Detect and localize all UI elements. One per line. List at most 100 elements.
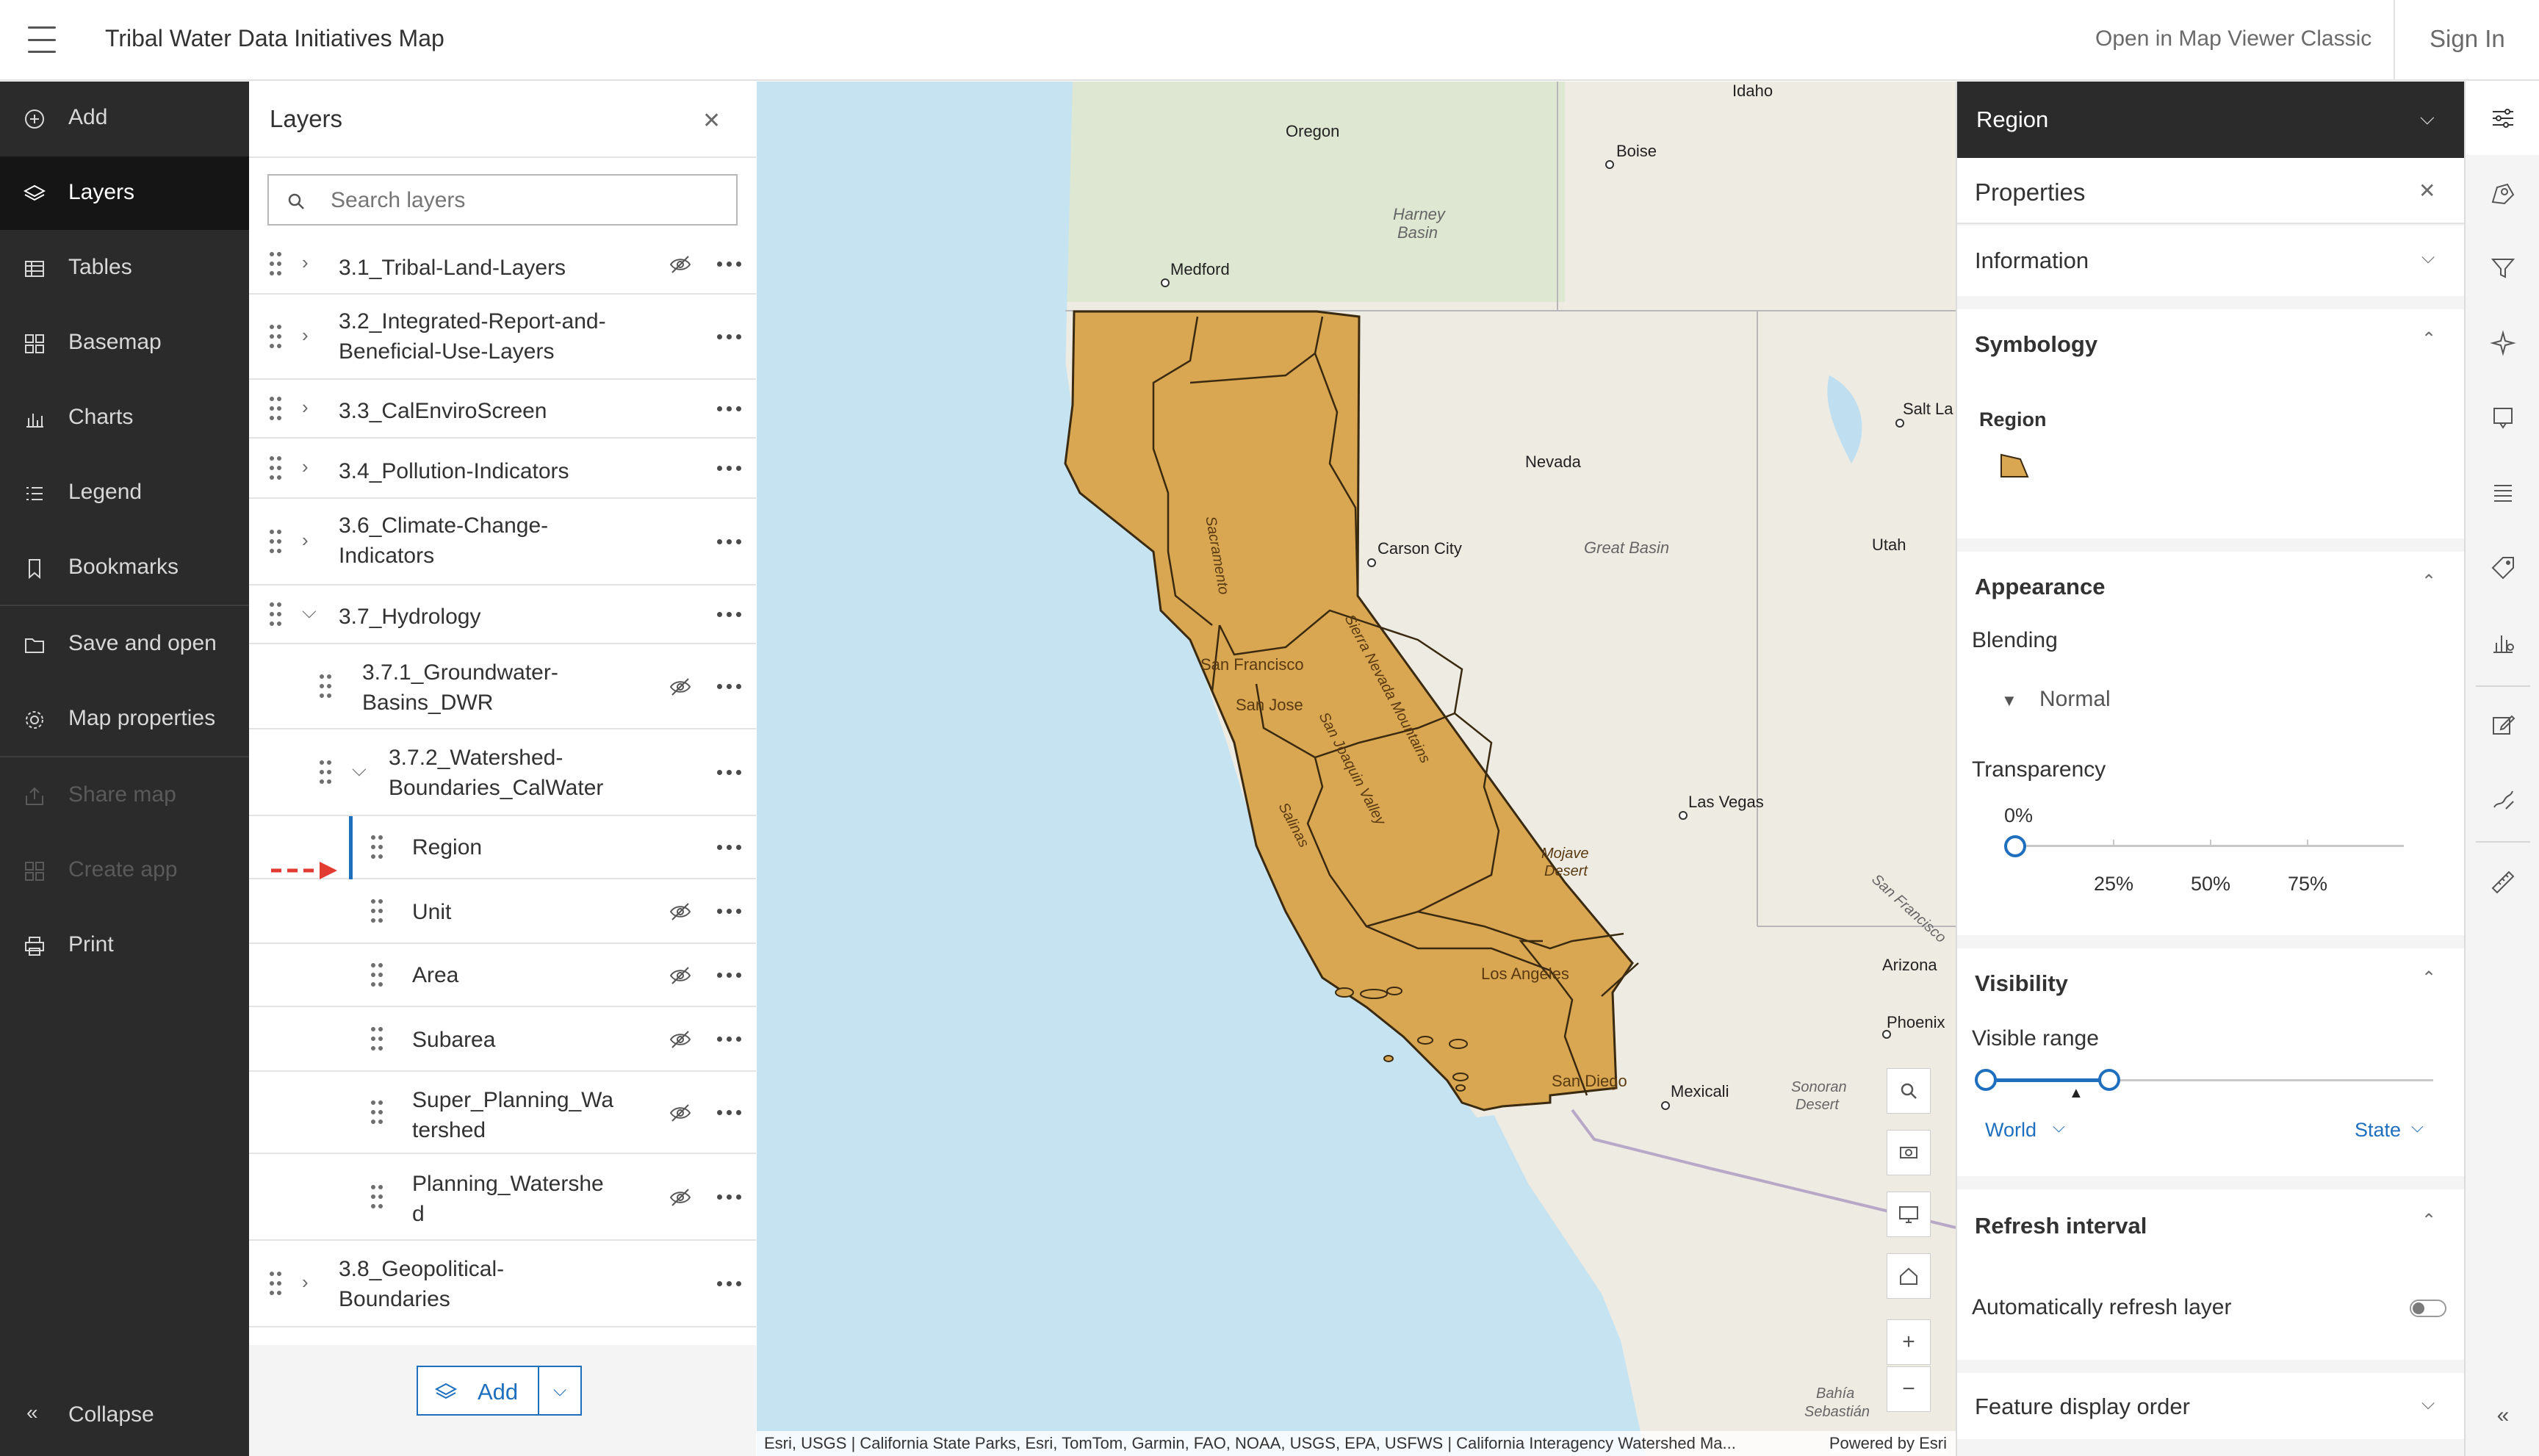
information-section[interactable]: Information ⌵ bbox=[1957, 226, 2466, 296]
drag-handle-icon[interactable] bbox=[371, 1185, 384, 1210]
layer-name[interactable]: 3.6_Climate-Change- Indicators bbox=[339, 511, 548, 571]
visibility-off-icon[interactable] bbox=[669, 1187, 692, 1208]
layer-row[interactable]: › 3.8_Geopolitical- Boundaries bbox=[249, 1241, 756, 1327]
more-options-icon[interactable] bbox=[717, 770, 743, 777]
layer-name[interactable]: Area bbox=[412, 960, 458, 990]
drag-handle-icon[interactable] bbox=[371, 1027, 384, 1052]
layer-name[interactable]: 3.4_Pollution-Indicators bbox=[339, 456, 569, 486]
visibility-off-icon[interactable] bbox=[669, 1029, 692, 1050]
layer-row[interactable]: Unit bbox=[249, 879, 756, 944]
drag-handle-icon[interactable] bbox=[371, 899, 384, 924]
more-options-icon[interactable] bbox=[717, 1194, 743, 1202]
polygon-symbol-swatch[interactable] bbox=[2000, 452, 2029, 478]
map-view[interactable]: Oregon Idaho Boise Harney Basin Medford … bbox=[757, 82, 1956, 1456]
drag-handle-icon[interactable] bbox=[270, 456, 283, 481]
popups-tool[interactable] bbox=[2466, 381, 2539, 455]
map-fullscreen-button[interactable] bbox=[1887, 1192, 1931, 1237]
nav-legend[interactable]: Legend bbox=[0, 456, 249, 530]
close-icon[interactable]: ✕ bbox=[2419, 179, 2435, 203]
fields-tool[interactable] bbox=[2466, 456, 2539, 530]
more-options-icon[interactable] bbox=[717, 262, 743, 269]
layer-name[interactable]: Planning_Watershe d bbox=[412, 1169, 604, 1229]
blending-select[interactable]: Normal bbox=[2039, 687, 2111, 712]
auto-refresh-toggle[interactable] bbox=[2410, 1300, 2446, 1317]
appearance-title[interactable]: Appearance bbox=[1975, 574, 2105, 600]
sketch-tool[interactable] bbox=[2466, 763, 2539, 837]
more-options-icon[interactable] bbox=[717, 684, 743, 691]
nav-collapse[interactable]: « Collapse bbox=[0, 1379, 249, 1452]
zoom-in-button[interactable]: + bbox=[1887, 1319, 1931, 1365]
chevron-right-icon[interactable]: › bbox=[302, 529, 309, 552]
collapse-right-toolbar[interactable]: « bbox=[2466, 1379, 2539, 1452]
layer-row[interactable]: Subarea bbox=[249, 1007, 756, 1072]
layer-name[interactable]: Region bbox=[412, 832, 482, 862]
labels-tool[interactable] bbox=[2466, 531, 2539, 605]
nav-add[interactable]: Add bbox=[0, 82, 249, 155]
chevron-down-icon[interactable]: ⌵ bbox=[553, 1380, 566, 1401]
visibility-off-icon[interactable] bbox=[669, 677, 692, 697]
drag-handle-icon[interactable] bbox=[270, 325, 283, 350]
layer-name[interactable]: 3.8_Geopolitical- Boundaries bbox=[339, 1254, 504, 1314]
layer-row[interactable]: 3.7.1_Groundwater- Basins_DWR bbox=[249, 644, 756, 729]
more-options-icon[interactable] bbox=[717, 334, 743, 342]
chevron-right-icon[interactable]: › bbox=[302, 324, 309, 347]
layer-name[interactable]: 3.3_CalEnviroScreen bbox=[339, 396, 547, 426]
chevron-up-icon[interactable]: ⌃ bbox=[2421, 1210, 2436, 1231]
chevron-right-icon[interactable]: › bbox=[302, 1271, 309, 1294]
visibility-off-icon[interactable] bbox=[669, 254, 692, 275]
visible-range-max-thumb[interactable] bbox=[2098, 1069, 2120, 1091]
layer-name[interactable]: 3.2_Integrated-Report-and- Beneficial-Use… bbox=[339, 306, 606, 367]
measure-tool[interactable] bbox=[2466, 844, 2539, 918]
more-options-icon[interactable] bbox=[717, 845, 743, 852]
map-search-button[interactable] bbox=[1887, 1068, 1931, 1114]
more-options-icon[interactable] bbox=[717, 406, 743, 414]
sign-in-link[interactable]: Sign In bbox=[2430, 25, 2505, 53]
map-home-button[interactable] bbox=[1887, 1253, 1931, 1299]
refresh-interval-title[interactable]: Refresh interval bbox=[1975, 1213, 2147, 1239]
caret-down-icon[interactable]: ▼ bbox=[2001, 691, 2017, 710]
drag-handle-icon[interactable] bbox=[320, 674, 333, 699]
nav-charts[interactable]: Charts bbox=[0, 381, 249, 455]
layer-name[interactable]: 3.1_Tribal-Land-Layers bbox=[339, 253, 566, 283]
layer-row[interactable]: › 3.1_Tribal-Land-Layers bbox=[249, 234, 756, 295]
effects-tool[interactable] bbox=[2466, 306, 2539, 380]
more-options-icon[interactable] bbox=[717, 1110, 743, 1117]
layer-selector[interactable]: Region ⌵ bbox=[1957, 82, 2466, 158]
configure-charts-tool[interactable] bbox=[2466, 606, 2539, 680]
more-options-icon[interactable] bbox=[717, 612, 743, 619]
layer-row[interactable]: › 3.3_CalEnviroScreen bbox=[249, 380, 756, 439]
chevron-down-icon[interactable]: ⌵ bbox=[302, 600, 317, 624]
nav-map-properties[interactable]: Map properties bbox=[0, 682, 249, 756]
layer-name[interactable]: 3.7.1_Groundwater- Basins_DWR bbox=[362, 657, 558, 718]
transparency-slider-thumb[interactable] bbox=[2004, 835, 2026, 857]
styles-tool[interactable] bbox=[2466, 156, 2539, 230]
drag-handle-icon[interactable] bbox=[320, 760, 333, 785]
drag-handle-icon[interactable] bbox=[371, 835, 384, 860]
menu-icon[interactable] bbox=[28, 26, 56, 53]
nav-print[interactable]: Print bbox=[0, 909, 249, 982]
visible-range-min-thumb[interactable] bbox=[1975, 1069, 1997, 1091]
more-options-icon[interactable] bbox=[717, 539, 743, 547]
layer-row[interactable]: › 3.6_Climate-Change- Indicators bbox=[249, 499, 756, 585]
filter-tool[interactable] bbox=[2466, 231, 2539, 305]
chevron-up-icon[interactable]: ⌃ bbox=[2421, 571, 2436, 592]
drag-handle-icon[interactable] bbox=[270, 252, 283, 277]
nav-basemap[interactable]: Basemap bbox=[0, 306, 249, 380]
chevron-right-icon[interactable]: › bbox=[302, 396, 309, 419]
layer-name[interactable]: Subarea bbox=[412, 1025, 495, 1055]
drag-handle-icon[interactable] bbox=[371, 1100, 384, 1125]
layer-name[interactable]: 3.7.2_Watershed- Boundaries_CalWater bbox=[389, 743, 603, 803]
more-options-icon[interactable] bbox=[717, 973, 743, 980]
visibility-off-icon[interactable] bbox=[669, 901, 692, 922]
search-input[interactable] bbox=[331, 186, 713, 215]
chevron-down-icon[interactable]: ⌵ bbox=[2411, 1117, 2424, 1136]
range-max-select[interactable]: State bbox=[2355, 1119, 2401, 1142]
layer-row[interactable]: Planning_Watershe d bbox=[249, 1154, 756, 1241]
visibility-title[interactable]: Visibility bbox=[1975, 970, 2068, 997]
map-basemap-toggle-button[interactable] bbox=[1887, 1130, 1931, 1175]
visibility-off-icon[interactable] bbox=[669, 965, 692, 986]
layer-row[interactable]: ⌵ 3.7_Hydrology bbox=[249, 585, 756, 644]
layer-row[interactable]: Area bbox=[249, 944, 756, 1007]
layer-name[interactable]: Super_Planning_Wa tershed bbox=[412, 1085, 613, 1145]
more-options-icon[interactable] bbox=[717, 1037, 743, 1044]
